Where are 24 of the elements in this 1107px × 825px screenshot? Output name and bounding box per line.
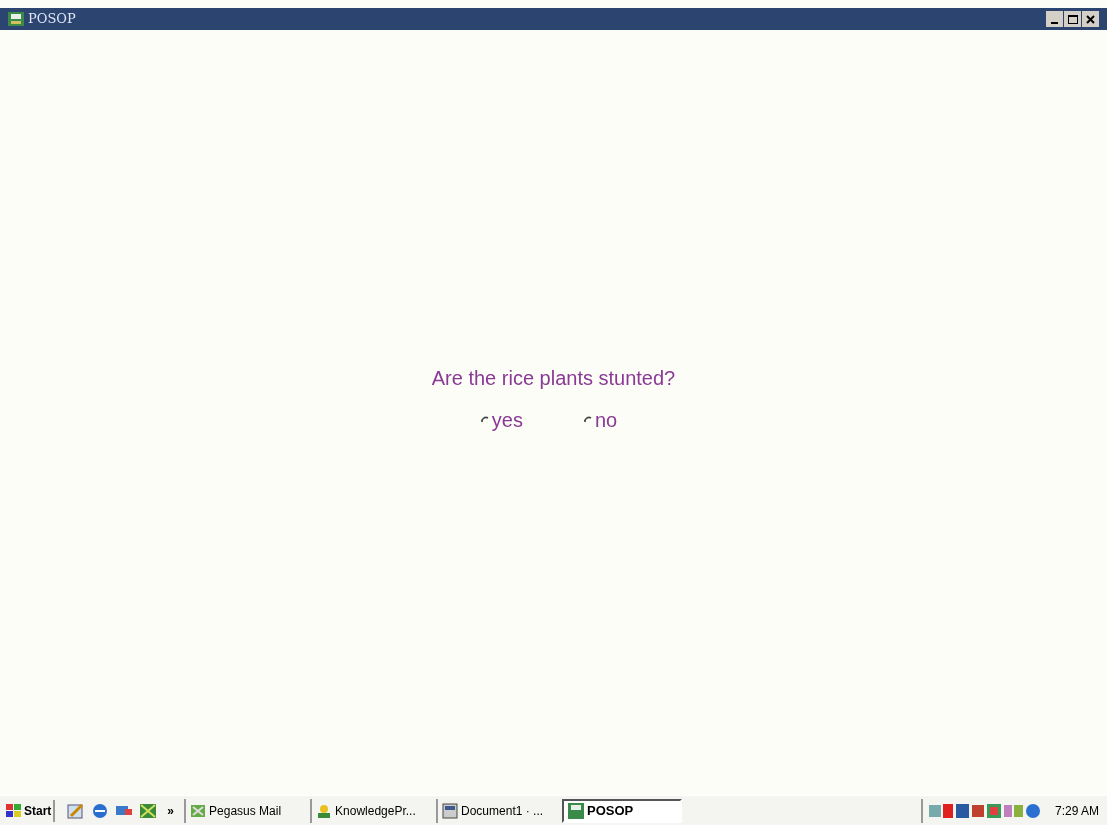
windows-logo-icon — [6, 803, 22, 818]
taskbar-button[interactable]: Pegasus Mail — [184, 798, 305, 823]
radio-option[interactable]: yes — [479, 405, 523, 435]
window-icon — [568, 802, 585, 819]
more-button[interactable]: » — [163, 801, 179, 820]
minimize-icon — [1051, 22, 1058, 24]
minimize-button[interactable] — [1046, 11, 1063, 27]
window-title: POSOP — [28, 10, 76, 29]
maximize-button[interactable] — [1064, 11, 1081, 27]
taskbar-button[interactable]: KnowledgePr... — [310, 798, 431, 823]
pencil-icon[interactable] — [67, 802, 86, 819]
window-icon — [8, 12, 24, 26]
question-text: Are the rice plants stunted? — [431, 366, 676, 391]
maximize-icon — [1067, 14, 1078, 24]
start-button[interactable]: Start — [4, 799, 56, 822]
clock: 7:29 AM — [1054, 802, 1099, 820]
person-icon — [316, 802, 333, 819]
close-icon — [1086, 14, 1095, 24]
taskbar-button[interactable]: POSOP — [562, 798, 683, 823]
radio-option[interactable]: no — [582, 405, 618, 435]
mail-icon — [190, 802, 207, 819]
taskbar-button[interactable]: Document1 · ... — [436, 798, 557, 823]
close-button[interactable] — [1082, 11, 1099, 27]
document-icon — [442, 802, 459, 819]
